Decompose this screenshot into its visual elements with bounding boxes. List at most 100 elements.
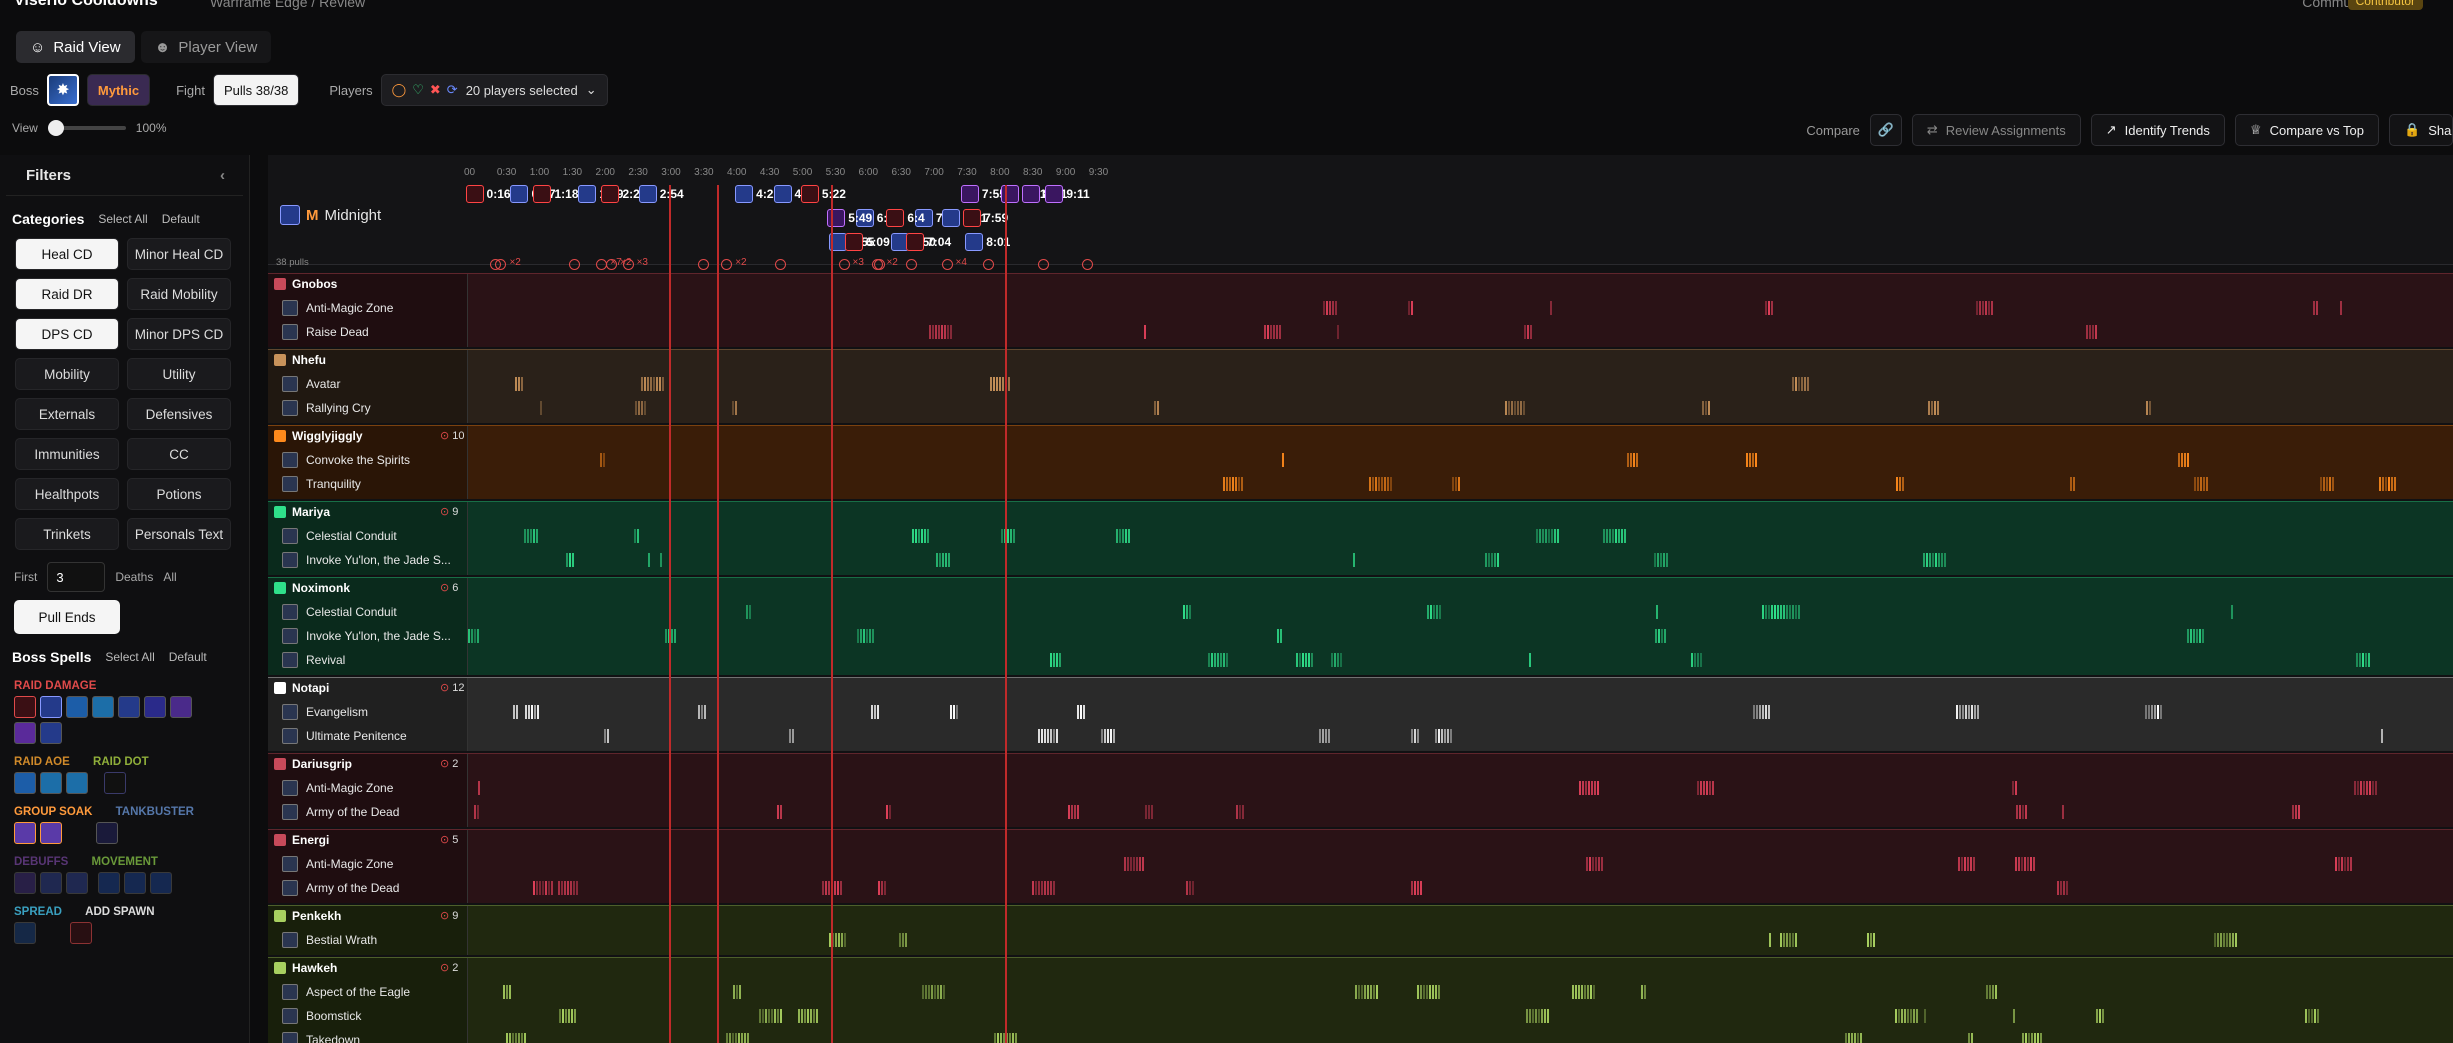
cast-mark[interactable] — [548, 881, 551, 895]
cast-mark[interactable] — [2159, 705, 2162, 719]
cast-mark[interactable] — [527, 705, 530, 719]
cast-mark[interactable] — [703, 705, 706, 719]
cast-mark[interactable] — [477, 781, 480, 795]
spell-toggle-icon[interactable] — [66, 772, 88, 794]
cast-mark[interactable] — [1223, 477, 1226, 491]
cast-mark[interactable] — [934, 325, 937, 339]
cast-mark[interactable] — [878, 881, 881, 895]
cast-mark[interactable] — [1067, 805, 1070, 819]
cast-mark[interactable] — [1376, 985, 1379, 999]
cast-mark[interactable] — [1373, 985, 1376, 999]
cast-mark[interactable] — [1103, 729, 1106, 743]
cast-mark[interactable] — [2011, 781, 2014, 795]
cast-mark[interactable] — [540, 401, 543, 415]
cast-mark[interactable] — [2335, 857, 2337, 871]
cast-mark[interactable] — [1510, 401, 1513, 415]
cast-mark[interactable] — [1532, 1009, 1535, 1023]
cast-mark[interactable] — [536, 881, 539, 895]
cast-mark[interactable] — [1529, 325, 1532, 339]
tab-player-view[interactable]: ☻ Player View — [140, 31, 272, 63]
cast-mark[interactable] — [898, 933, 901, 947]
cast-mark[interactable] — [1853, 1033, 1856, 1043]
cast-mark[interactable] — [1112, 729, 1115, 743]
boss-spell-marker[interactable]: 6:09 — [844, 231, 890, 253]
cast-mark[interactable] — [812, 1009, 815, 1023]
spell-toggle-icon[interactable] — [14, 922, 36, 944]
cast-mark[interactable] — [1968, 1033, 1971, 1043]
cast-mark[interactable] — [2031, 1033, 2034, 1043]
cast-mark[interactable] — [955, 705, 958, 719]
cast-mark[interactable] — [570, 1009, 573, 1023]
cast-mark[interactable] — [1659, 553, 1662, 567]
cast-mark[interactable] — [2347, 857, 2349, 871]
cast-mark[interactable] — [566, 881, 569, 895]
cast-mark[interactable] — [1324, 729, 1327, 743]
cast-mark[interactable] — [1771, 605, 1774, 619]
cast-mark[interactable] — [572, 553, 575, 567]
cast-mark[interactable] — [503, 985, 506, 999]
cast-mark[interactable] — [1485, 553, 1488, 567]
cast-mark[interactable] — [791, 729, 794, 743]
cast-mark[interactable] — [1978, 301, 1981, 315]
cast-mark[interactable] — [1052, 881, 1055, 895]
cast-mark[interactable] — [1127, 857, 1130, 871]
cast-mark[interactable] — [1597, 857, 1600, 871]
tab-raid-view[interactable]: ☺ Raid View — [16, 31, 135, 63]
share-button[interactable]: 🔒 Share — [2389, 114, 2453, 146]
cast-mark[interactable] — [862, 629, 865, 643]
cast-mark[interactable] — [1606, 529, 1609, 543]
cast-mark[interactable] — [1964, 705, 1967, 719]
cast-mark[interactable] — [993, 1033, 996, 1043]
cast-mark[interactable] — [477, 629, 480, 643]
cast-mark[interactable] — [2021, 805, 2024, 819]
cast-mark[interactable] — [1127, 529, 1130, 543]
cast-mark[interactable] — [2149, 401, 2152, 415]
cast-mark[interactable] — [940, 325, 943, 339]
spell-toggle-icon[interactable] — [40, 696, 62, 718]
cast-mark[interactable] — [1118, 529, 1121, 543]
skull-icon[interactable] — [489, 259, 501, 270]
cast-mark[interactable] — [1211, 653, 1214, 667]
boss-spell-marker[interactable]: 6:4 — [886, 207, 925, 229]
cast-mark[interactable] — [2368, 781, 2371, 795]
cast-mark[interactable] — [1767, 301, 1770, 315]
cast-mark[interactable] — [2308, 1009, 2311, 1023]
cast-mark[interactable] — [2365, 653, 2368, 667]
cast-mark[interactable] — [809, 1009, 812, 1023]
cast-mark[interactable] — [1047, 729, 1050, 743]
cast-mark[interactable] — [2193, 629, 2196, 643]
cast-mark[interactable] — [1455, 477, 1458, 491]
cast-mark[interactable] — [747, 1033, 750, 1043]
cast-mark[interactable] — [2013, 1009, 2016, 1023]
cast-mark[interactable] — [1609, 529, 1612, 543]
cast-mark[interactable] — [943, 325, 946, 339]
cast-mark[interactable] — [2186, 453, 2189, 467]
skull-icon[interactable] — [906, 259, 918, 270]
cast-mark[interactable] — [1331, 653, 1334, 667]
cast-mark[interactable] — [1697, 781, 1700, 795]
cast-mark[interactable] — [1318, 729, 1321, 743]
cast-mark[interactable] — [634, 529, 637, 543]
cast-mark[interactable] — [1229, 477, 1232, 491]
cast-mark[interactable] — [518, 1033, 521, 1043]
cast-mark[interactable] — [2341, 857, 2343, 871]
cast-mark[interactable] — [1934, 553, 1937, 567]
cast-mark[interactable] — [2312, 301, 2315, 315]
cast-mark[interactable] — [1013, 529, 1016, 543]
cast-mark[interactable] — [2199, 629, 2202, 643]
cast-mark[interactable] — [1971, 1033, 1974, 1043]
cast-mark[interactable] — [800, 1009, 803, 1023]
ability-lane[interactable] — [468, 320, 2453, 344]
cast-mark[interactable] — [871, 629, 874, 643]
spell-toggle-icon[interactable] — [66, 696, 88, 718]
cast-mark[interactable] — [664, 629, 667, 643]
cast-mark[interactable] — [1943, 553, 1946, 567]
cast-mark[interactable] — [2153, 705, 2156, 719]
cast-mark[interactable] — [1629, 453, 1632, 467]
cast-mark[interactable] — [1535, 529, 1538, 543]
cast-mark[interactable] — [1014, 1033, 1017, 1043]
cast-mark[interactable] — [1364, 985, 1367, 999]
cast-mark[interactable] — [1001, 377, 1004, 391]
cast-mark[interactable] — [1298, 653, 1301, 667]
cast-mark[interactable] — [2015, 805, 2018, 819]
